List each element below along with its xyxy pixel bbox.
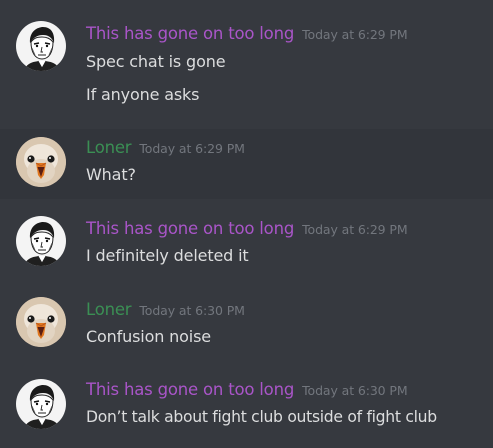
man-sketch-avatar[interactable] <box>16 216 66 266</box>
author-name[interactable]: This has gone on too long <box>86 24 294 43</box>
author-name[interactable]: This has gone on too long <box>86 219 294 238</box>
message-text: Spec chat is gone <box>86 52 226 71</box>
message-text: What? <box>86 165 136 184</box>
message-header: This has gone on too long Today at 6:30 P… <box>86 380 408 399</box>
message-timestamp: Today at 6:30 PM <box>139 303 245 318</box>
message-header: This has gone on too long Today at 6:29 P… <box>86 24 408 43</box>
message-timestamp: Today at 6:29 PM <box>302 222 408 237</box>
message-text: I definitely deleted it <box>86 246 249 265</box>
author-name[interactable]: Loner <box>86 300 132 319</box>
message-group[interactable]: Loner Today at 6:29 PM What? <box>0 129 493 199</box>
message-group[interactable]: Loner Today at 6:30 PM Confusion noise <box>0 280 493 362</box>
chat-message-list: This has gone on too long Today at 6:29 P… <box>0 0 493 448</box>
message-group[interactable]: This has gone on too long Today at 6:29 P… <box>0 200 493 280</box>
message-timestamp: Today at 6:29 PM <box>139 141 245 156</box>
message-group[interactable]: This has gone on too long Today at 6:30 P… <box>0 362 493 448</box>
author-name[interactable]: This has gone on too long <box>86 380 294 399</box>
message-header: Loner Today at 6:30 PM <box>86 300 245 319</box>
message-header: Loner Today at 6:29 PM <box>86 138 245 157</box>
message-text: If anyone asks <box>86 85 200 104</box>
man-sketch-avatar[interactable] <box>16 21 66 71</box>
author-name[interactable]: Loner <box>86 138 132 157</box>
man-sketch-avatar[interactable] <box>16 379 66 429</box>
message-timestamp: Today at 6:29 PM <box>302 27 408 42</box>
message-timestamp: Today at 6:30 PM <box>302 383 408 398</box>
message-header: This has gone on too long Today at 6:29 P… <box>86 219 408 238</box>
bird-avatar[interactable] <box>16 297 66 347</box>
message-group[interactable]: This has gone on too long Today at 6:29 P… <box>0 0 493 124</box>
bird-avatar[interactable] <box>16 137 66 187</box>
message-text: Confusion noise <box>86 327 211 346</box>
message-text: Don’t talk about fight club outside of f… <box>86 408 437 426</box>
